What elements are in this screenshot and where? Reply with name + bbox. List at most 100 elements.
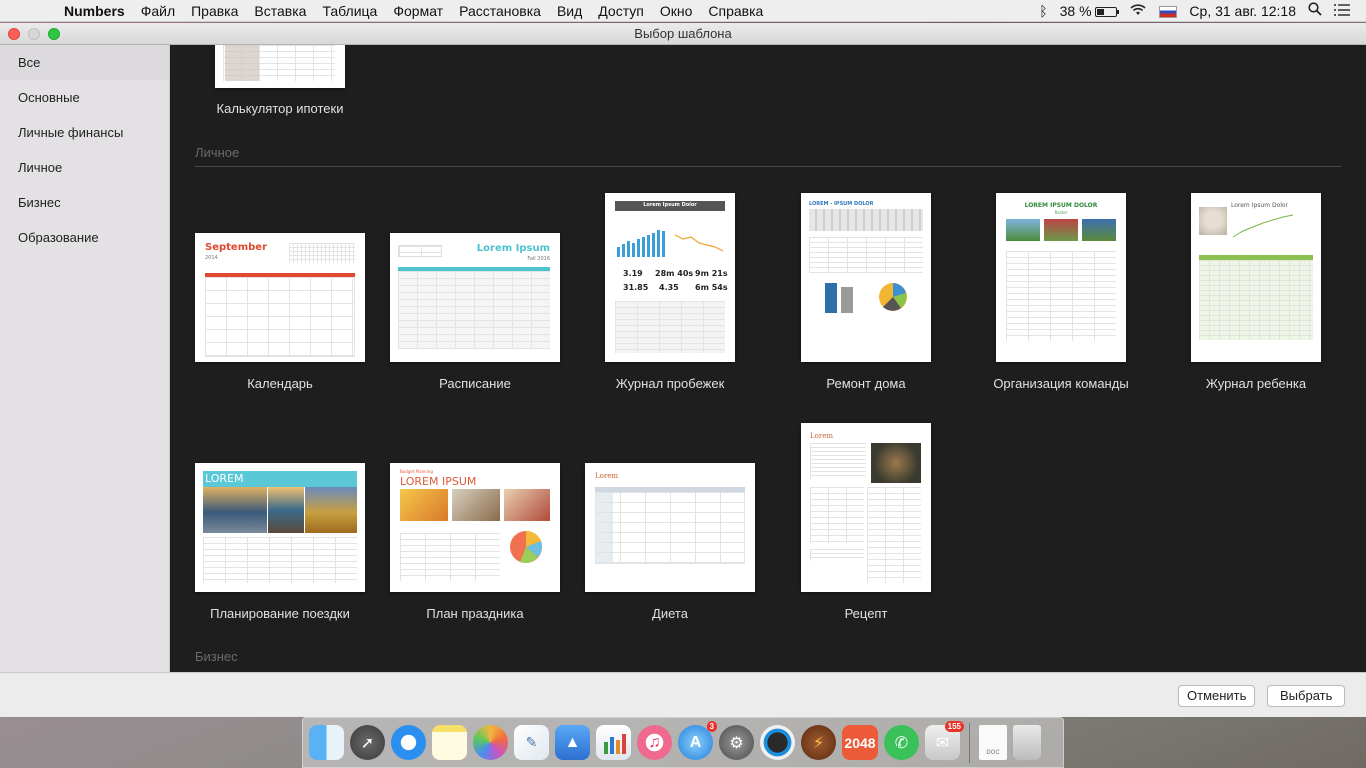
- template-thumbnail[interactable]: Budget Planning LOREM IPSUM: [390, 463, 560, 592]
- bluetooth-icon[interactable]: ᛒ: [1033, 3, 1053, 19]
- app-store-icon[interactable]: A3: [678, 721, 717, 760]
- launchpad-rocket-icon[interactable]: ➚: [350, 725, 385, 760]
- battery-icon: [1095, 6, 1120, 17]
- thumb-label: Budget Planning: [400, 469, 433, 474]
- template-thumbnail[interactable]: Lorem Ipsum Dolor: [1191, 193, 1321, 362]
- dock-separator: [969, 722, 970, 763]
- zoom-window-button[interactable]: [48, 28, 60, 40]
- whatsapp-icon[interactable]: ✆: [884, 725, 919, 760]
- mail-badge: 155: [944, 721, 964, 732]
- thumb-title: Lorem: [595, 472, 618, 480]
- sidebar-item-personal-finance[interactable]: Личные финансы: [0, 115, 169, 150]
- spotlight-search-icon[interactable]: [1302, 2, 1328, 19]
- sidebar-item-business[interactable]: Бизнес: [0, 185, 169, 220]
- thumb-title: Lorem Ipsum Dolor: [643, 202, 697, 208]
- template-caption: Журнал ребенка: [1205, 376, 1307, 391]
- menu-bar: Numbers Файл Правка Вставка Таблица Форм…: [0, 0, 1366, 22]
- thumb-subtitle: Roster: [1054, 210, 1068, 215]
- sidebar-item-all[interactable]: Все: [0, 45, 169, 80]
- battery-percent: 38 %: [1059, 2, 1092, 19]
- cancel-button[interactable]: Отменить: [1178, 685, 1256, 707]
- notes-icon[interactable]: [432, 725, 467, 760]
- thumb-stat: 9m 21s: [695, 269, 728, 278]
- template-caption: Калькулятор ипотеки: [216, 101, 344, 116]
- thumb-title: Lorem: [810, 432, 833, 440]
- document-file-icon[interactable]: DOC: [979, 725, 1007, 760]
- category-sidebar: Все Основные Личные финансы Личное Бизне…: [0, 45, 170, 672]
- template-thumbnail[interactable]: LOREM IPSUM DOLOR Roster: [996, 193, 1126, 362]
- thumb-title: LOREM - IPSUM DOLOR: [809, 201, 874, 207]
- section-divider: [195, 166, 1341, 167]
- keynote-icon[interactable]: ▲: [555, 725, 590, 760]
- system-preferences-gear-icon[interactable]: ⚙: [719, 725, 754, 760]
- sidebar-item-personal[interactable]: Личное: [0, 150, 169, 185]
- game-2048-icon[interactable]: 2048: [842, 725, 878, 760]
- wifi-icon[interactable]: [1123, 3, 1153, 19]
- template-caption: Рецепт: [844, 606, 888, 621]
- template-thumbnail[interactable]: [215, 45, 345, 88]
- thumb-title: Lorem Ipsum: [476, 243, 550, 254]
- thumb-title: LOREM: [205, 472, 244, 485]
- dock: ➚ ✎ ▲ ♫ A3 ⚙ ⚡ 2048 ✆ ✉ 155 DOC: [302, 717, 1064, 768]
- choose-button[interactable]: Выбрать: [1267, 685, 1346, 707]
- menu-table[interactable]: Таблица: [314, 3, 385, 19]
- menu-window[interactable]: Окно: [652, 3, 701, 19]
- pie-chart-icon: [879, 283, 907, 311]
- close-window-button[interactable]: [8, 28, 20, 40]
- minimize-window-button[interactable]: [28, 28, 40, 40]
- photos-icon[interactable]: [473, 725, 508, 760]
- template-thumbnail[interactable]: Lorem Ipsum Fall 2016: [390, 233, 560, 362]
- template-caption: Расписание: [439, 376, 511, 391]
- app-store-badge: 3: [706, 721, 717, 732]
- menu-file[interactable]: Файл: [133, 3, 183, 19]
- line-chart-icon: [674, 234, 724, 252]
- sidebar-item-education[interactable]: Образование: [0, 220, 169, 255]
- menu-format[interactable]: Формат: [385, 3, 451, 19]
- menu-app-name[interactable]: Numbers: [56, 3, 133, 19]
- thumb-stat: 3.19: [623, 269, 643, 278]
- thumb-subtitle: 2014: [205, 255, 218, 261]
- notification-center-icon[interactable]: [1328, 3, 1356, 19]
- clock[interactable]: Ср, 31 авг. 12:18: [1183, 3, 1302, 19]
- menu-arrange[interactable]: Расстановка: [451, 3, 549, 19]
- thumb-title: LOREM IPSUM DOLOR: [1024, 202, 1098, 209]
- menu-view[interactable]: Вид: [549, 3, 590, 19]
- bar-chart-icon: [617, 230, 665, 257]
- finder-icon[interactable]: [309, 725, 344, 760]
- input-source-flag-icon[interactable]: [1153, 3, 1183, 19]
- lightning-app-icon[interactable]: ⚡: [801, 725, 836, 760]
- template-caption: Планирование поездки: [210, 606, 350, 621]
- thumb-subtitle: Fall 2016: [527, 256, 550, 262]
- sidebar-item-basic[interactable]: Основные: [0, 80, 169, 115]
- menu-edit[interactable]: Правка: [183, 3, 246, 19]
- status-area: ᛒ 38 % Ср, 31 авг. 12:18: [1033, 2, 1366, 19]
- template-thumbnail[interactable]: Lorem: [801, 423, 931, 592]
- template-thumbnail[interactable]: Lorem: [585, 463, 755, 592]
- thumb-title: Lorem Ipsum Dolor: [1231, 202, 1289, 209]
- menu-insert[interactable]: Вставка: [246, 3, 314, 19]
- mail-stamp-icon[interactable]: ✉ 155: [925, 721, 964, 760]
- template-chooser-window: Выбор шаблона Все Основные Личные финанс…: [0, 23, 1366, 717]
- section-header-personal: Личное: [195, 145, 240, 160]
- template-gallery: Калькулятор ипотеки Личное September 201…: [170, 45, 1366, 672]
- itunes-music-icon[interactable]: ♫: [637, 725, 672, 760]
- safari-compass-icon[interactable]: [391, 725, 426, 760]
- template-thumbnail[interactable]: September 2014: [195, 233, 365, 362]
- battery-status[interactable]: 38 %: [1054, 3, 1124, 19]
- template-thumbnail[interactable]: Lorem Ipsum Dolor 3.19 28m 40s 9m 21s 31…: [605, 193, 735, 362]
- trash-icon[interactable]: [1013, 725, 1041, 760]
- template-caption: Журнал пробежек: [615, 376, 725, 391]
- preview-icon[interactable]: ✎: [514, 725, 549, 760]
- thumb-stat: 31.85: [623, 283, 649, 292]
- bar-chart-icon: [825, 283, 853, 313]
- section-header-business: Бизнес: [195, 649, 238, 664]
- thumb-stat: 6m 54s: [695, 283, 728, 292]
- window-title: Выбор шаблона: [634, 26, 732, 41]
- template-thumbnail[interactable]: LOREM: [195, 463, 365, 592]
- template-caption: Организация команды: [993, 376, 1129, 391]
- numbers-icon[interactable]: [596, 725, 631, 760]
- template-thumbnail[interactable]: LOREM - IPSUM DOLOR: [801, 193, 931, 362]
- menu-share[interactable]: Доступ: [590, 3, 652, 19]
- quicktime-icon[interactable]: [760, 725, 795, 760]
- menu-help[interactable]: Справка: [700, 3, 771, 19]
